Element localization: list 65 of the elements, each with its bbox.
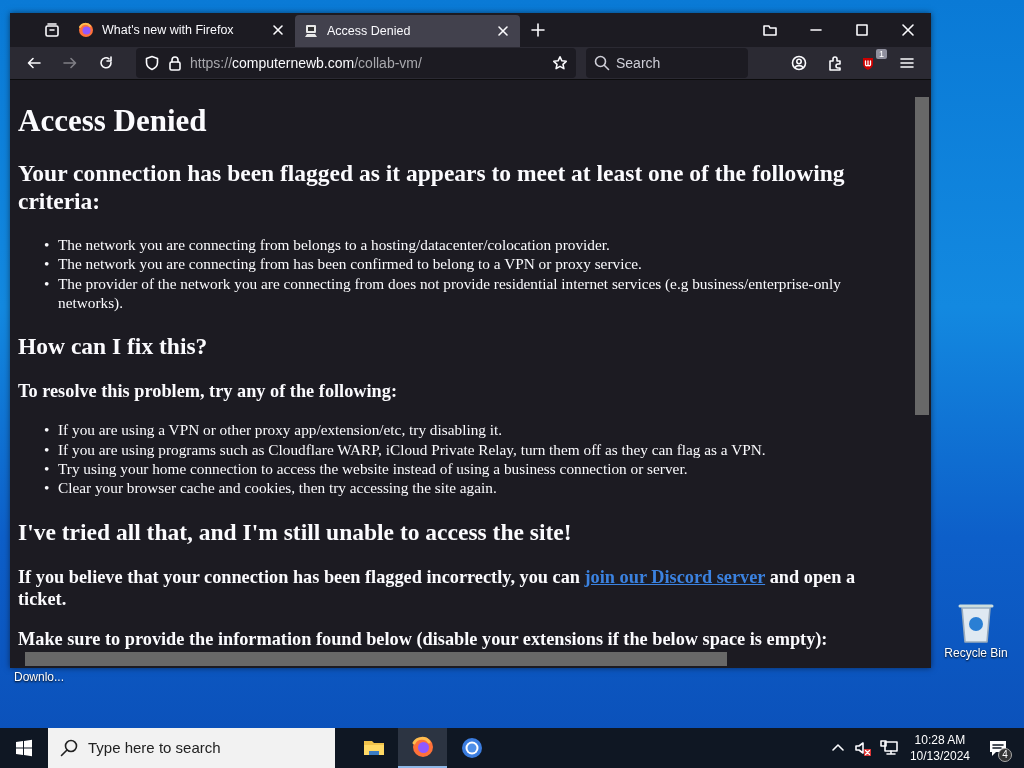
minimize-icon [810,29,822,31]
taskbar-clock[interactable]: 10:28 AM 10/13/2024 [901,732,978,764]
bullet: • [44,273,51,294]
subheading: Make sure to provide the information found below (disable your extensions if the below space is empty): [18,627,829,650]
account-icon [791,55,807,71]
horizontal-scrollbar[interactable] [10,650,913,668]
list-item: If you are using a VPN or other proxy app/extension/etc, try disabling it. [58,420,503,440]
clock-time: 10:28 AM [913,732,967,748]
chevron-up-icon [831,742,844,754]
desktop-icon-label[interactable]: Downlo... [14,668,65,686]
back-icon [26,55,42,71]
bullet: • [44,458,51,479]
browser-logo-icon [459,736,484,760]
new-tab-icon [530,22,546,38]
browser-tab[interactable]: Access Denied [295,15,520,47]
reload-icon [98,55,114,71]
taskbar-search-field[interactable]: Type here to search [48,728,335,768]
close-window-icon [900,22,916,38]
bullet: • [44,235,51,255]
tracking-protection-icon [144,55,160,71]
list-item: The provider of the network you are connecting from does not provide residential internet services (e.g business/enterprise-only networks). [58,273,842,313]
network-icon [879,740,898,756]
muted-speaker-icon [853,740,872,756]
vertical-scrollbar[interactable] [913,80,931,650]
forward-icon [62,55,78,71]
extensions-icon [827,55,843,71]
search-field[interactable]: Search [586,48,748,78]
list-item: The network you are connecting from belongs to a hosting/datacenter/colocation provider. [58,235,610,255]
bullet: • [44,420,51,440]
browser-tab[interactable]: What's new with Firefox [70,13,295,47]
browser-logo-icon [78,22,94,38]
menu-icon [899,55,915,71]
maximize-icon [854,22,870,38]
clock-date: 10/13/2024 [909,748,970,764]
taskbar-app-button[interactable] [398,728,447,768]
page-title: Access Denied [18,102,208,140]
subheading: If you believe that your connection has been flagged incorrectly, you can join our Discord server and open a ticket. [18,565,857,610]
discord-link[interactable]: join our Discord server [584,566,766,587]
list-item: The network you are connecting from has been confirmed to belong to a VPN or proxy service. [58,254,642,274]
search-icon [60,739,78,757]
notifications-button[interactable]: 4 [978,728,1018,768]
subheading: To resolve this problem, try any of the following: [18,380,398,403]
close-icon [272,24,284,36]
browser-logo-icon [410,735,435,759]
bullet: • [44,478,51,498]
shield-icon [860,55,876,71]
tab-overview-icon [762,22,778,38]
close-icon [497,25,509,37]
bookmark-icon [552,55,568,71]
section-heading: Your connection has been flagged as it appears to meet at least one of the following criteria: [18,159,846,216]
notification-count: 4 [998,748,1012,762]
list-item: Try using your home connection to access the website instead of using a business connection or server. [58,458,688,479]
list-item: Clear your browser cache and cookies, then try accessing the site again. [58,478,497,498]
windows-logo-icon [15,739,33,757]
search-icon [594,55,610,71]
tab-list-icon [44,22,60,38]
list-item: If you are using programs such as Cloudflare WARP, iCloud Private Relay, turn them off as they can flag as a VPN. [58,439,766,459]
section-heading: I've tried all that, and I'm still unable to access the site! [18,517,573,546]
section-heading: How can I fix this? [18,332,209,361]
bullet: • [44,439,51,459]
desktop-icon-label[interactable]: Recycle Bin [944,644,1008,662]
bullet: • [44,254,51,274]
count-badge: 1 [876,49,887,59]
lock-icon [168,55,182,71]
computer-icon [303,23,319,39]
